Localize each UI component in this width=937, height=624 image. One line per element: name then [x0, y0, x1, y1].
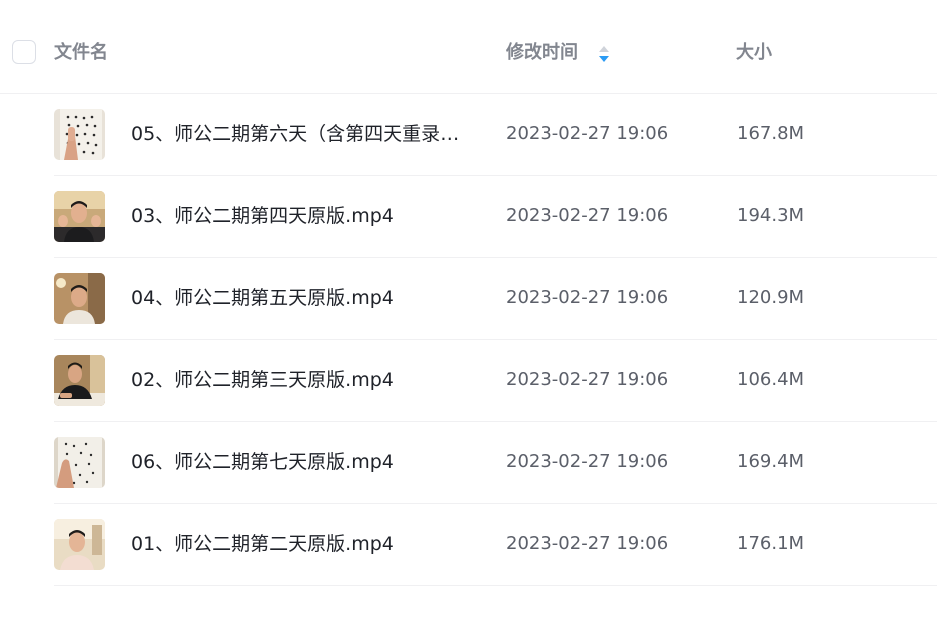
- video-thumbnail: [54, 355, 105, 406]
- table-header: 文件名 修改时间 大小: [0, 0, 937, 94]
- table-row[interactable]: 04、师公二期第五天原版.mp4 2023-02-27 19:06 120.9M: [0, 258, 937, 340]
- table-row[interactable]: 03、师公二期第四天原版.mp4 2023-02-27 19:06 194.3M: [0, 176, 937, 258]
- file-size: 169.4M: [737, 451, 805, 472]
- file-modified-time: 2023-02-27 19:06: [506, 205, 669, 226]
- file-name[interactable]: 03、师公二期第四天原版.mp4: [131, 203, 471, 229]
- column-header-size[interactable]: 大小: [736, 40, 772, 66]
- video-thumbnail: [54, 191, 105, 242]
- file-modified-time: 2023-02-27 19:06: [506, 123, 669, 144]
- table-row[interactable]: 01、师公二期第二天原版.mp4 2023-02-27 19:06 176.1M: [0, 504, 937, 586]
- file-modified-time: 2023-02-27 19:06: [506, 369, 669, 390]
- sort-desc-icon[interactable]: [598, 45, 610, 63]
- video-thumbnail: [54, 273, 105, 324]
- select-all-checkbox[interactable]: [12, 40, 36, 64]
- file-size: 120.9M: [737, 287, 805, 308]
- file-modified-time: 2023-02-27 19:06: [506, 533, 669, 554]
- file-size: 167.8M: [737, 123, 805, 144]
- table-row[interactable]: 02、师公二期第三天原版.mp4 2023-02-27 19:06 106.4M: [0, 340, 937, 422]
- file-size: 194.3M: [737, 205, 805, 226]
- file-name[interactable]: 04、师公二期第五天原版.mp4: [131, 285, 471, 311]
- file-name[interactable]: 06、师公二期第七天原版.mp4: [131, 449, 471, 475]
- column-header-modified-time[interactable]: 修改时间: [506, 40, 578, 66]
- column-header-name[interactable]: 文件名: [54, 40, 108, 66]
- file-rows: 05、师公二期第六天（含第四天重录部分）.mp4 2023-02-27 19:0…: [0, 94, 937, 586]
- file-modified-time: 2023-02-27 19:06: [506, 287, 669, 308]
- file-modified-time: 2023-02-27 19:06: [506, 451, 669, 472]
- video-thumbnail: [54, 437, 105, 488]
- file-name[interactable]: 02、师公二期第三天原版.mp4: [131, 367, 471, 393]
- file-name[interactable]: 01、师公二期第二天原版.mp4: [131, 531, 471, 557]
- table-row[interactable]: 06、师公二期第七天原版.mp4 2023-02-27 19:06 169.4M: [0, 422, 937, 504]
- file-name[interactable]: 05、师公二期第六天（含第四天重录部分）.mp4: [131, 121, 471, 147]
- video-thumbnail: [54, 519, 105, 570]
- table-row[interactable]: 05、师公二期第六天（含第四天重录部分）.mp4 2023-02-27 19:0…: [0, 94, 937, 176]
- video-thumbnail: [54, 109, 105, 160]
- file-size: 176.1M: [737, 533, 805, 554]
- file-size: 106.4M: [737, 369, 805, 390]
- file-list: 文件名 修改时间 大小 05、师公二期第六天（含第四天重录部 2023-02-2…: [0, 0, 937, 624]
